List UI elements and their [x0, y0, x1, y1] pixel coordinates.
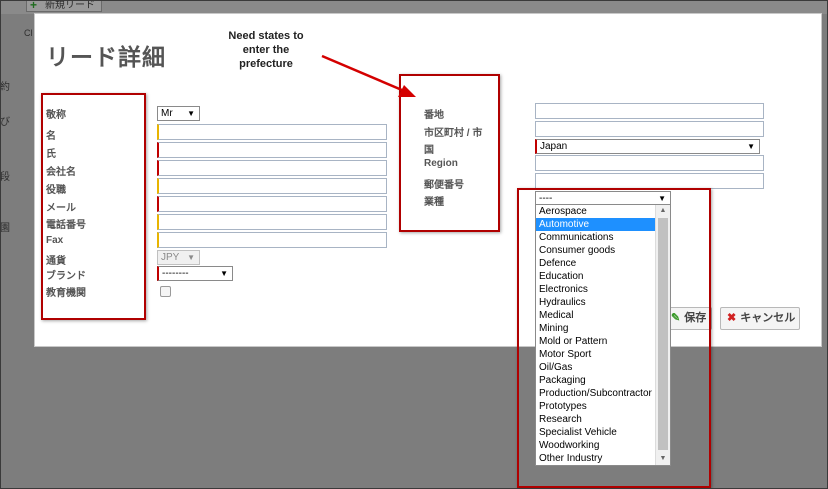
- brand-label: ブランド: [46, 271, 86, 282]
- industry-option[interactable]: Education: [536, 270, 655, 283]
- region-label: Region: [424, 158, 458, 169]
- dropdown-scrollbar[interactable]: ▲ ▼: [655, 205, 670, 465]
- fax-input[interactable]: [157, 232, 387, 248]
- industry-option[interactable]: Consumer goods: [536, 244, 655, 257]
- phone-label: 電話番号: [46, 220, 86, 231]
- fax-label: Fax: [46, 235, 64, 246]
- country-label: 国: [424, 145, 434, 156]
- new-lead-button[interactable]: + 新規リード: [26, 0, 102, 12]
- industry-label: 業種: [424, 197, 444, 208]
- industry-option[interactable]: Woodworking: [536, 439, 655, 452]
- scroll-up-icon[interactable]: ▲: [656, 205, 670, 217]
- country-value: Japan: [540, 141, 568, 152]
- currency-select: JPY ▼: [157, 250, 200, 265]
- background-toolbar: [0, 0, 828, 14]
- phone-input[interactable]: [157, 214, 387, 230]
- save-label: 保存: [684, 312, 707, 324]
- education-label: 教育機関: [46, 288, 86, 299]
- street-input[interactable]: [535, 103, 764, 119]
- industry-option[interactable]: Automotive: [536, 218, 655, 231]
- salutation-select[interactable]: Mr ▼: [157, 106, 200, 121]
- brand-value: --------: [162, 268, 189, 279]
- industry-option[interactable]: Research: [536, 413, 655, 426]
- industry-option[interactable]: Electronics: [536, 283, 655, 296]
- dropdown-arrow-icon: ▼: [747, 142, 755, 151]
- city-label: 市区町村 / 市: [424, 128, 483, 139]
- postal-code-input[interactable]: [535, 173, 764, 189]
- industry-dropdown-list[interactable]: Aerospace Automotive Communications Consume…: [535, 204, 671, 466]
- scroll-down-icon[interactable]: ▼: [656, 453, 670, 465]
- annotation-note: Need states to enter the prefecture: [228, 30, 304, 70]
- industry-option[interactable]: Hydraulics: [536, 296, 655, 309]
- industry-option[interactable]: Mold or Pattern: [536, 335, 655, 348]
- dropdown-arrow-icon: ▼: [187, 109, 195, 118]
- background-text-cl: Cl: [24, 28, 33, 38]
- email-label: メール: [46, 203, 76, 214]
- region-input[interactable]: [535, 155, 764, 171]
- save-button[interactable]: ✎ 保存: [664, 307, 712, 330]
- industry-option[interactable]: Medical: [536, 309, 655, 322]
- industry-option[interactable]: Oil/Gas: [536, 361, 655, 374]
- industry-option[interactable]: Communications: [536, 231, 655, 244]
- cancel-label: キャンセル: [740, 312, 796, 324]
- background-text-1: 約: [0, 82, 10, 93]
- first-name-label: 名: [46, 131, 56, 142]
- background-text-4: 園: [0, 223, 10, 234]
- background-text-3: 段: [0, 172, 10, 183]
- dropdown-arrow-icon: ▼: [187, 253, 195, 262]
- scroll-thumb[interactable]: [658, 218, 668, 450]
- currency-value: JPY: [161, 252, 180, 263]
- first-name-input[interactable]: [157, 124, 387, 140]
- industry-option[interactable]: Motor Sport: [536, 348, 655, 361]
- industry-option[interactable]: Packaging: [536, 374, 655, 387]
- dropdown-arrow-icon: ▼: [220, 269, 228, 278]
- postal-code-label: 郵便番号: [424, 180, 464, 191]
- pencil-icon: ✎: [671, 312, 681, 324]
- street-label: 番地: [424, 110, 444, 121]
- page-title: リード詳細: [46, 44, 166, 70]
- email-input[interactable]: [157, 196, 387, 212]
- company-input[interactable]: [157, 160, 387, 176]
- brand-select[interactable]: -------- ▼: [157, 266, 233, 281]
- currency-label: 通貨: [46, 256, 66, 267]
- salutation-label: 敬称: [46, 110, 66, 121]
- industry-option[interactable]: Aerospace: [536, 205, 655, 218]
- new-lead-label: 新規リード: [45, 0, 95, 11]
- job-title-label: 役職: [46, 185, 66, 196]
- industry-option[interactable]: Prototypes: [536, 400, 655, 413]
- last-name-label: 氏: [46, 149, 56, 160]
- industry-option[interactable]: Mining: [536, 322, 655, 335]
- salutation-value: Mr: [161, 108, 173, 119]
- industry-option[interactable]: Production/Subcontractor: [536, 387, 655, 400]
- country-select[interactable]: Japan ▼: [535, 139, 760, 154]
- company-label: 会社名: [46, 167, 76, 178]
- cancel-button[interactable]: ✖ キャンセル: [720, 307, 800, 330]
- industry-value: ----: [539, 193, 553, 204]
- city-input[interactable]: [535, 121, 764, 137]
- plus-icon: +: [30, 0, 38, 12]
- close-icon: ✖: [727, 312, 737, 324]
- industry-option[interactable]: Other Industry: [536, 452, 655, 465]
- background-text-2: び: [0, 117, 10, 128]
- industry-options: Aerospace Automotive Communications Consume…: [536, 205, 670, 465]
- education-checkbox[interactable]: [160, 286, 171, 297]
- industry-option[interactable]: Specialist Vehicle: [536, 426, 655, 439]
- last-name-input[interactable]: [157, 142, 387, 158]
- job-title-input[interactable]: [157, 178, 387, 194]
- industry-option[interactable]: Defence: [536, 257, 655, 270]
